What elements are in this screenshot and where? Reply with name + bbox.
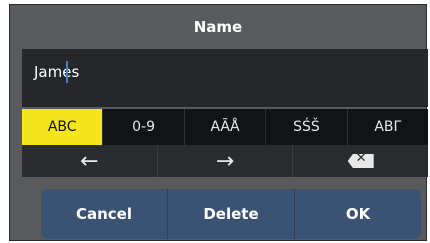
arrow-right-icon: → <box>215 148 235 174</box>
cursor-nav-bar: ← → ✕ <box>22 145 428 177</box>
dialog-actions: Cancel Delete OK <box>41 189 421 239</box>
mode-tab-accented-s[interactable]: SŚŠ <box>266 109 348 145</box>
mode-tab-accented-a[interactable]: AÃÅ <box>185 109 267 145</box>
arrow-left-icon: ← <box>80 148 99 174</box>
cursor-right-button[interactable]: → <box>158 145 294 177</box>
keyboard-mode-tabs: ABC 0-9 AÃÅ SŚŠ ΑΒΓ <box>22 109 428 145</box>
dialog-title: Name <box>193 18 243 36</box>
text-caret <box>66 61 68 83</box>
mode-tab-digits[interactable]: 0-9 <box>103 109 185 145</box>
name-input-value: James <box>34 63 80 81</box>
mode-tab-greek[interactable]: ΑΒΓ <box>348 109 428 145</box>
ok-button[interactable]: OK <box>295 189 421 239</box>
cancel-button[interactable]: Cancel <box>41 189 168 239</box>
backspace-icon: ✕ <box>347 154 374 168</box>
mode-tab-abc[interactable]: ABC <box>22 109 104 145</box>
cursor-left-button[interactable]: ← <box>22 145 158 177</box>
backspace-button[interactable]: ✕ <box>293 145 428 177</box>
delete-button[interactable]: Delete <box>168 189 295 239</box>
name-dialog: Name James ABC 0-9 AÃÅ SŚŠ ΑΒΓ ← → ✕ Can… <box>9 4 428 241</box>
name-input[interactable]: James <box>22 49 428 107</box>
